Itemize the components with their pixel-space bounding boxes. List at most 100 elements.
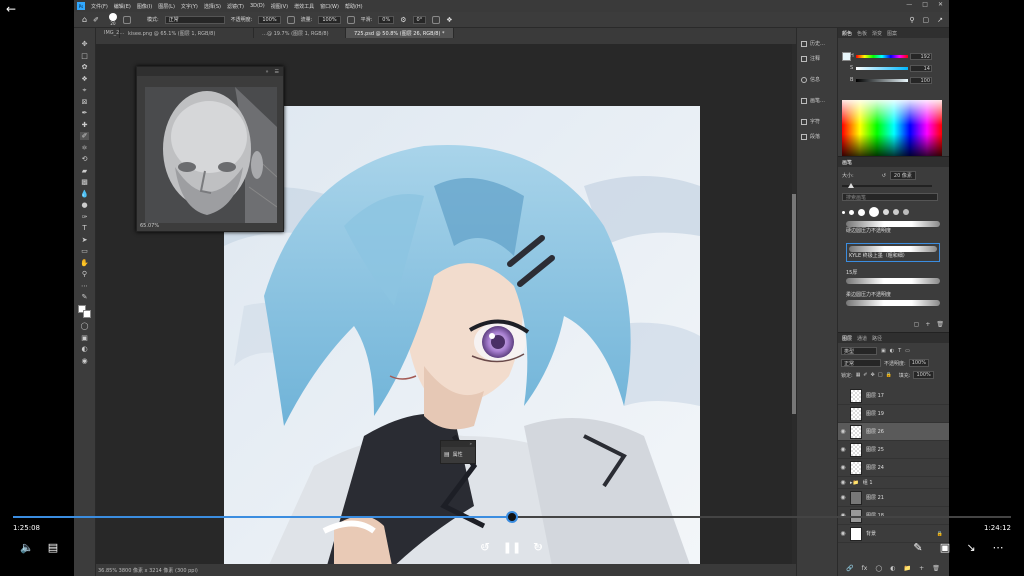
eyedropper-tool-icon[interactable]: ✒ — [80, 109, 89, 117]
brush-size-row-value[interactable]: 20 像素 — [889, 171, 916, 180]
layer-row[interactable]: ◉ 图层 25 — [838, 441, 949, 459]
eye-icon[interactable]: ◉ — [838, 428, 848, 435]
maximize-icon[interactable]: □ — [922, 1, 928, 8]
menu-select[interactable]: 选择(S) — [204, 3, 221, 10]
skip-back-button[interactable]: ↺ 10 — [476, 538, 494, 556]
filter-shape-icon[interactable]: ▭ — [905, 348, 910, 354]
brightness-slider[interactable]: B 100 — [850, 76, 946, 84]
type-tool-icon[interactable]: T — [80, 224, 89, 232]
edit-pen-icon[interactable]: ✎ — [909, 538, 927, 556]
seek-bar[interactable] — [13, 511, 1011, 523]
brush-tip[interactable] — [903, 209, 909, 215]
layer-name[interactable]: 图层 24 — [866, 464, 884, 471]
eye-icon[interactable]: ◉ — [838, 446, 848, 453]
new-group-icon[interactable]: ▢ — [914, 321, 920, 328]
navigator-panel[interactable]: » ☰ 65.07% — [136, 66, 284, 232]
move-tool-icon[interactable]: ✥ — [80, 40, 89, 48]
canvas-area[interactable]: » ☰ 65.07% » ▤ 属性 — [96, 38, 796, 564]
menu-image[interactable]: 图像(I) — [137, 3, 152, 10]
brush-preset-item[interactable]: 15厚 — [846, 269, 940, 284]
brush-size-slider[interactable] — [842, 185, 932, 187]
share-icon[interactable]: ↗ — [937, 16, 943, 24]
lock-all-icon[interactable]: 🔒 — [886, 372, 892, 378]
shape-tool-icon[interactable]: ▭ — [80, 247, 89, 255]
tab-layers[interactable]: 图层 — [842, 335, 852, 342]
brush-preset-picker[interactable]: 20 — [108, 13, 117, 26]
tab-gradients[interactable]: 渐变 — [872, 30, 882, 37]
tab-patterns[interactable]: 图案 — [887, 30, 897, 37]
airbrush-icon[interactable] — [346, 15, 355, 24]
tab-layer1[interactable]: …@ 19.7% (图层 1, RGB/8) — [254, 28, 346, 38]
link-layers-icon[interactable]: 🔗 — [846, 565, 853, 572]
tab-paths[interactable]: 路径 — [872, 335, 882, 342]
brush-tool-active-icon[interactable]: ✐ — [80, 132, 89, 140]
mode-select[interactable]: 正常 — [164, 15, 225, 24]
tab-img[interactable]: IMG_2… — [96, 28, 124, 38]
saturation-value[interactable]: 14 — [910, 64, 932, 72]
brush-search-field[interactable]: 搜索画笔 — [842, 193, 938, 201]
path-select-tool-icon[interactable]: ➤ — [80, 236, 89, 244]
eye-icon[interactable]: ◉ — [838, 530, 848, 537]
new-brush-icon[interactable]: + — [925, 321, 930, 328]
filter-adjust-icon[interactable]: ◐ — [890, 348, 894, 354]
search-icon[interactable]: ⚲ — [909, 16, 914, 24]
tab-channels[interactable]: 通道 — [857, 335, 867, 342]
menu-help[interactable]: 帮助(H) — [345, 3, 363, 10]
brush-tip[interactable] — [849, 209, 854, 215]
brush-tip[interactable] — [858, 208, 865, 216]
flow-field[interactable]: 100% — [318, 15, 341, 24]
zoom-tool-icon[interactable]: ⚲ — [80, 270, 89, 278]
edit-toolbar-icon[interactable]: ✎ — [80, 293, 89, 301]
layer-row-selected[interactable]: ◉ 图层 26 — [838, 423, 949, 441]
layer-name[interactable]: 组 1 — [863, 479, 873, 486]
layer-name[interactable]: 图层 26 — [866, 428, 884, 435]
menu-window[interactable]: 窗口(W) — [320, 3, 339, 10]
lock-pixels-icon[interactable]: ▦ — [856, 372, 861, 378]
brush-preset-item[interactable]: 硬边圆压力不透明度 — [846, 221, 940, 234]
blur-tool-icon[interactable]: 💧 — [80, 190, 89, 198]
stamp-tool-icon[interactable]: ⚛ — [80, 144, 89, 152]
layer-name[interactable]: 图层 19 — [866, 410, 884, 417]
lasso-tool-icon[interactable]: ✿ — [80, 63, 89, 71]
eye-icon[interactable]: ◉ — [838, 494, 848, 501]
layer-name[interactable]: 背景 — [866, 530, 876, 537]
layer-filter-select[interactable]: 类型 — [841, 347, 877, 355]
lock-artboard-icon[interactable]: □ — [878, 372, 883, 378]
layer-row[interactable]: ◉ 图层 24 — [838, 459, 949, 477]
brush-recent-strip[interactable] — [842, 205, 942, 219]
add-mask-icon[interactable]: ◯ — [875, 565, 882, 572]
cast-icon[interactable]: ▣ — [936, 538, 954, 556]
close-icon[interactable]: ✕ — [938, 1, 943, 8]
filter-type-icon[interactable]: T — [898, 348, 901, 354]
blend-mode-select[interactable]: 正常 — [841, 359, 881, 367]
back-arrow-icon[interactable]: ← — [6, 2, 16, 16]
gear-icon[interactable]: ⚙ — [400, 16, 406, 24]
new-group-icon[interactable]: 📁 — [904, 565, 911, 572]
dodge-tool-icon[interactable]: ● — [80, 201, 89, 209]
layer-group-row[interactable]: ◉ ▸📁 组 1 — [838, 477, 949, 489]
opacity-field[interactable]: 100% — [258, 15, 281, 24]
history-brush-tool-icon[interactable]: ⟲ — [80, 155, 89, 163]
home-icon[interactable]: ⌂ — [82, 15, 87, 24]
character-panel-button[interactable]: 字符 — [797, 114, 837, 129]
menu-edit[interactable]: 编辑(E) — [114, 3, 131, 10]
tab-725[interactable]: 725.psd @ 50.8% (图层 26, RGB/8) * — [346, 28, 454, 38]
eye-icon[interactable]: ◉ — [838, 464, 848, 471]
quick-select-tool-icon[interactable]: ❖ — [80, 75, 89, 83]
workspace-icon[interactable]: ▢ — [923, 16, 930, 24]
seek-bar-knob[interactable] — [506, 511, 518, 523]
brush-size-slider-thumb[interactable] — [848, 183, 854, 188]
paragraph-panel-button[interactable]: 段落 — [797, 129, 837, 144]
angle-field[interactable]: 0° — [412, 15, 427, 24]
tab-color[interactable]: 颜色 — [842, 30, 852, 37]
menu-view[interactable]: 视图(V) — [271, 3, 288, 10]
brush-settings-panel-button[interactable]: 画笔… — [797, 93, 837, 108]
reset-icon[interactable]: ↺ — [882, 173, 886, 179]
brightness-value[interactable]: 100 — [910, 76, 932, 84]
screen-mode-icon[interactable]: ▣ — [80, 334, 89, 342]
pen-tool-icon[interactable]: ✑ — [80, 213, 89, 221]
info-panel-button[interactable]: 信息 — [797, 72, 837, 87]
camera-icon[interactable]: ◉ — [80, 357, 89, 365]
hand-tool-icon[interactable]: ✋ — [80, 259, 89, 267]
menu-layer[interactable]: 图层(L) — [158, 3, 175, 10]
